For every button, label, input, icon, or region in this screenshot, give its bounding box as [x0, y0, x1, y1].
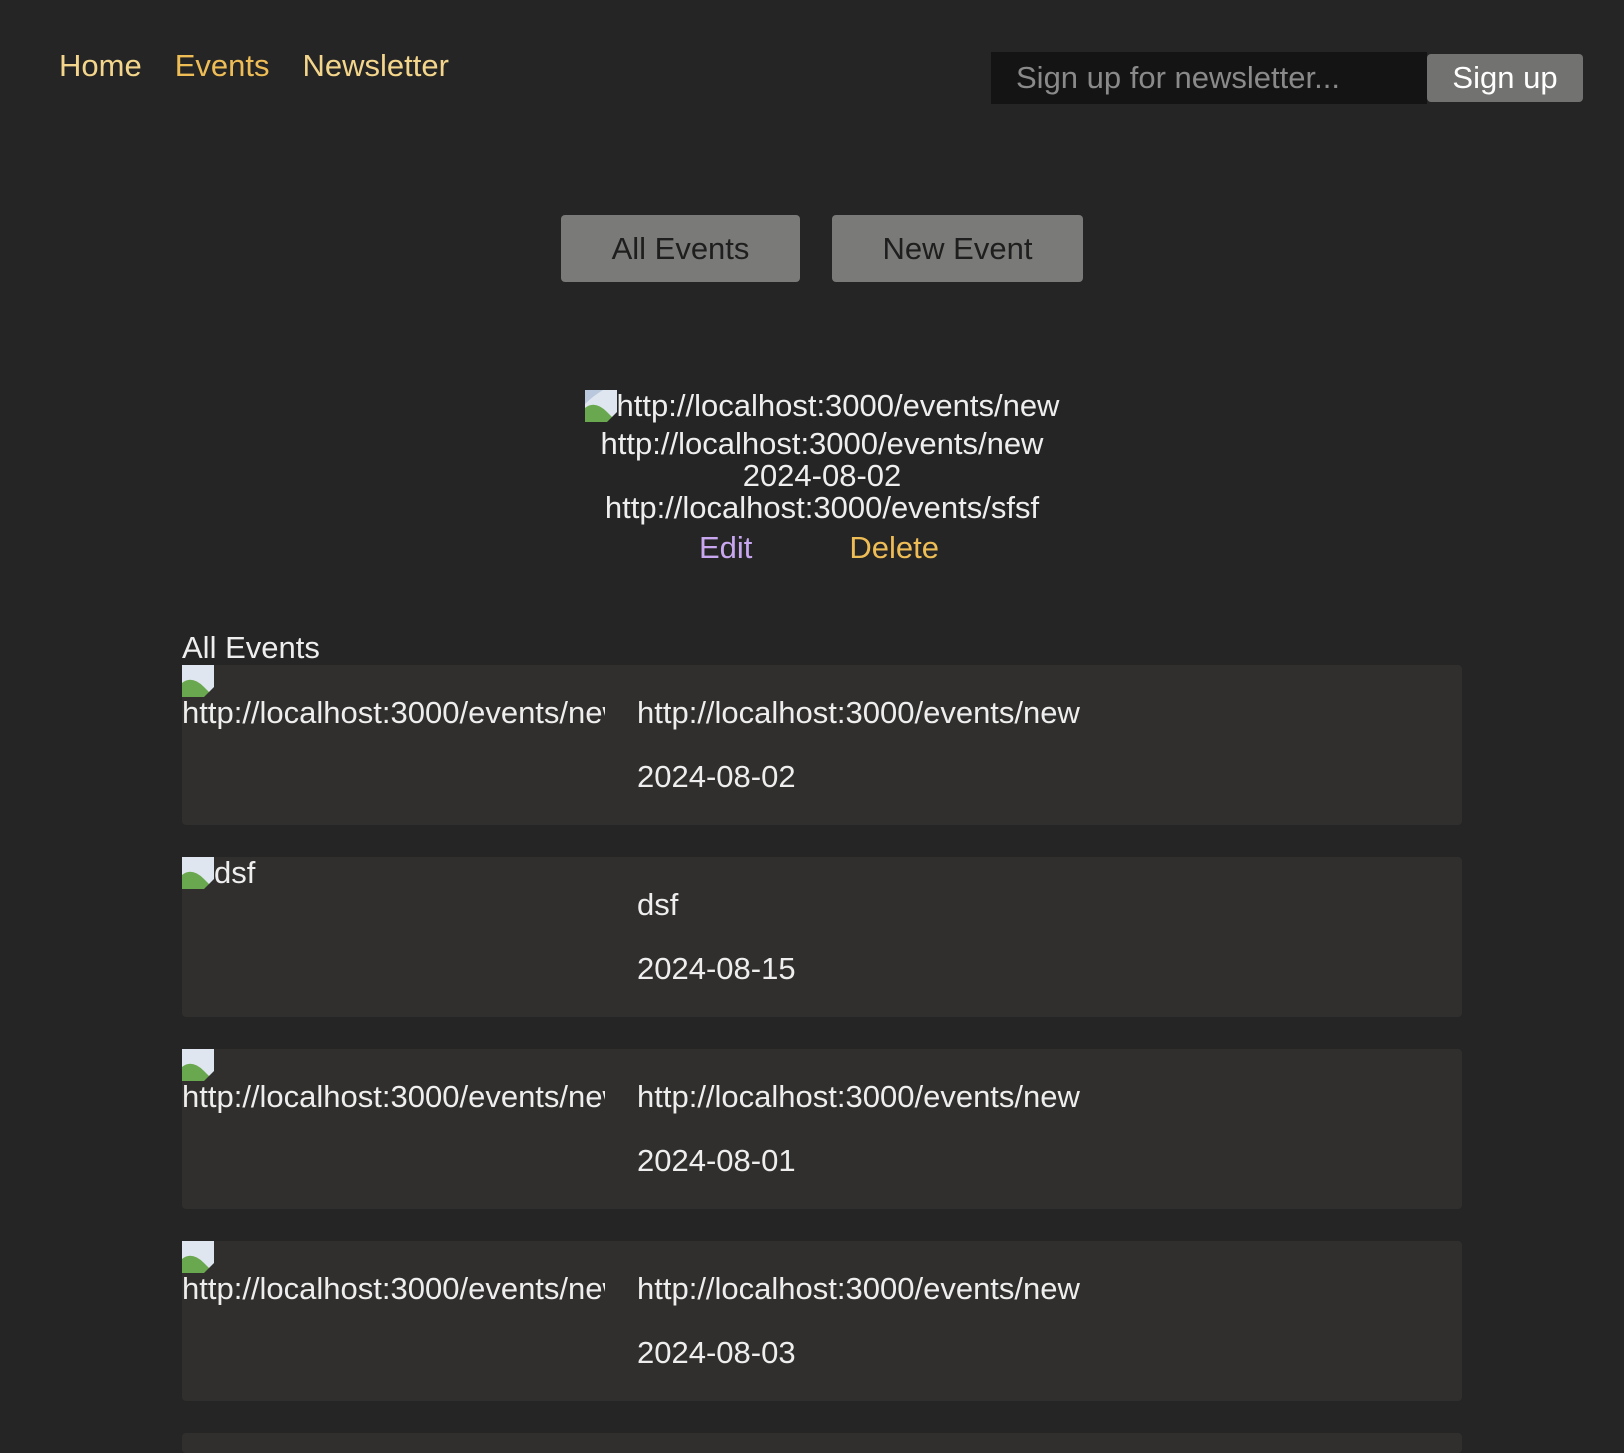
event-title: http://localhost:3000/events/new [637, 1271, 1080, 1306]
broken-image-icon [182, 1049, 214, 1081]
event-title: http://localhost:3000/events/new [637, 695, 1080, 730]
new-event-button[interactable]: New Event [832, 215, 1083, 282]
featured-event-links: Edit Delete [0, 532, 1624, 564]
event-image: http://localhost:3000/events/new [182, 1049, 605, 1113]
event-date: 2024-08-03 [637, 1335, 796, 1370]
featured-event-date: 2024-08-02 [742, 458, 902, 493]
all-events-heading: All Events [182, 630, 320, 665]
featured-image-alt: http://localhost:3000/events/new [616, 388, 1060, 423]
nav-home-link[interactable]: Home [59, 48, 142, 84]
broken-image-icon [182, 857, 214, 889]
all-events-button[interactable]: All Events [561, 215, 800, 282]
event-title: dsf [637, 887, 679, 922]
event-image: http://localhost:3000/events/new [182, 665, 605, 729]
event-title: http://localhost:3000/events/new [637, 1079, 1080, 1114]
featured-event-title: http://localhost:3000/events/new [600, 426, 1044, 461]
event-card[interactable]: dsf dsf 2024-08-15 [182, 857, 1462, 1017]
event-date: 2024-08-02 [637, 759, 796, 794]
event-actions: All Events New Event [561, 215, 1083, 282]
event-date: 2024-08-15 [637, 951, 796, 986]
broken-image-icon [584, 390, 617, 422]
newsletter-email-input[interactable] [991, 52, 1427, 104]
edit-link[interactable]: Edit [699, 532, 752, 564]
event-image: http://localhost:3000/events/new [182, 1241, 605, 1305]
nav-events-link[interactable]: Events [175, 48, 270, 84]
event-date: 2024-08-01 [637, 1143, 796, 1178]
top-nav: Home Events Newsletter [59, 48, 449, 84]
event-image-alt: http://localhost:3000/events/new [182, 1271, 605, 1305]
event-card[interactable]: http://localhost:3000/events/new http://… [182, 1049, 1462, 1209]
featured-event-link: http://localhost:3000/events/sfsf [604, 490, 1040, 525]
nav-newsletter-link[interactable]: Newsletter [302, 48, 448, 84]
signup-button[interactable]: Sign up [1427, 54, 1583, 102]
event-image: dsf [182, 857, 605, 889]
event-list: http://localhost:3000/events/new http://… [182, 665, 1462, 1453]
featured-event-image: http://localhost:3000/events/new [584, 388, 1060, 423]
delete-link[interactable]: Delete [849, 532, 939, 564]
event-image-alt: http://localhost:3000/events/new [182, 1079, 605, 1113]
event-image-alt: dsf [214, 857, 256, 889]
broken-image-icon [182, 1241, 214, 1273]
event-card[interactable]: http://localhost:3000/events/new http://… [182, 665, 1462, 825]
newsletter-signup-form: Sign up [991, 52, 1583, 104]
featured-event: http://localhost:3000/events/new http://… [0, 390, 1624, 564]
event-card-partial[interactable] [182, 1433, 1462, 1453]
event-card[interactable]: http://localhost:3000/events/new http://… [182, 1241, 1462, 1401]
broken-image-icon [182, 665, 214, 697]
event-image-alt: http://localhost:3000/events/new [182, 695, 605, 729]
